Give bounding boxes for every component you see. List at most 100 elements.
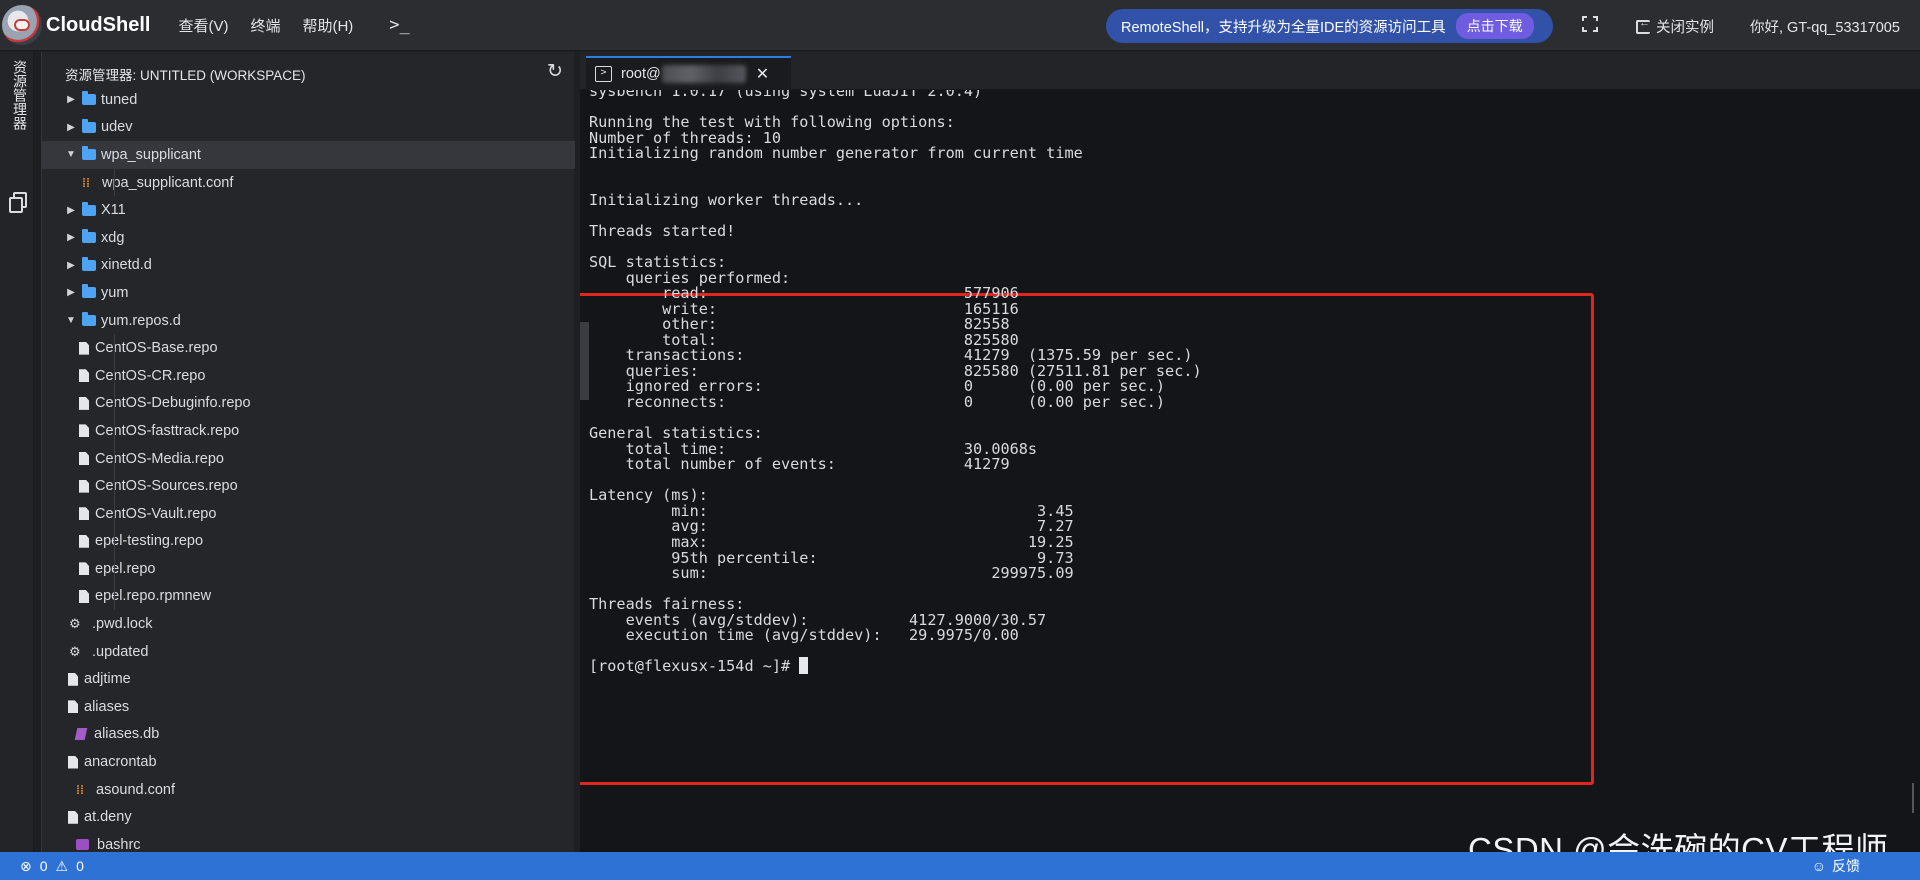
menu-view[interactable]: 查看(V) — [178, 15, 228, 36]
remoteshell-banner[interactable]: RemoteShell，支持升级为全量IDE的资源访问工具 点击下载 — [1106, 9, 1553, 43]
tree-item-label: xdg — [101, 229, 125, 246]
shell-file-icon — [76, 839, 89, 851]
files-icon[interactable] — [9, 192, 27, 213]
terminal-line: execution time (avg/stddev): 29.9975/0.0… — [589, 626, 1019, 645]
chevron-right-icon[interactable]: ▶ — [66, 122, 76, 133]
chevron-right-icon[interactable]: ▶ — [66, 205, 76, 216]
file-icon — [68, 810, 78, 824]
tree-item[interactable]: ▶ tuned — [42, 86, 575, 114]
tree-item-label: wpa_supplicant.conf — [102, 174, 234, 191]
tree-item[interactable]: ▼ yum.repos.d — [42, 307, 575, 335]
tree-item-label: udev — [101, 119, 133, 136]
terminal-line: total number of events: 41279 — [589, 455, 1010, 474]
cloudshell-logo-icon — [2, 5, 42, 45]
folder-icon — [82, 284, 96, 299]
database-file-icon — [74, 728, 88, 741]
tree-item[interactable]: ⁞⁞ asound.conf — [42, 776, 575, 804]
terminal-output[interactable]: sysbench 1.0.17 (using system LuaJIT 2.0… — [580, 90, 1920, 852]
tab-label: root@ — [621, 66, 661, 82]
file-icon — [79, 396, 89, 410]
refresh-icon[interactable]: ↻ — [547, 60, 563, 83]
tree-item[interactable]: CentOS-fasttrack.repo — [42, 417, 575, 445]
tree-item-label: yum — [101, 284, 129, 301]
gear-icon: ⚙ — [69, 616, 81, 632]
tree-item-label: aliases.db — [94, 726, 160, 743]
file-icon — [79, 507, 89, 521]
gear-icon: ⚙ — [69, 643, 81, 659]
close-icon[interactable]: ✕ — [756, 64, 769, 84]
tree-item[interactable]: adjtime — [42, 665, 575, 693]
file-icon — [79, 534, 89, 548]
tree-item[interactable]: ⚙ .pwd.lock — [42, 610, 575, 638]
tree-item[interactable]: aliases — [42, 693, 575, 721]
chevron-right-icon[interactable]: ▶ — [66, 94, 76, 105]
chevron-right-icon[interactable]: ▶ — [66, 232, 76, 243]
problems-indicator[interactable]: ⊗ 0 ⚠ 0 — [20, 858, 84, 875]
menu-help[interactable]: 帮助(H) — [302, 15, 353, 36]
folder-icon — [82, 312, 96, 327]
terminal-tab[interactable]: > root@ ✕ — [586, 56, 791, 90]
chevron-down-icon[interactable]: ▼ — [66, 315, 76, 326]
user-greeting[interactable]: 你好, GT-qq_53317005 — [1750, 16, 1900, 37]
indent-guide — [114, 334, 115, 611]
file-icon — [79, 341, 89, 355]
tree-item-label: epel-testing.repo — [95, 533, 204, 550]
tree-item-label: .updated — [92, 643, 149, 660]
tree-item[interactable]: CentOS-Debuginfo.repo — [42, 390, 575, 418]
tree-item[interactable]: CentOS-Sources.repo — [42, 472, 575, 500]
file-tree: ▶ tuned ▶ udev ▼ wpa_supplicant ⁞⁞ wpa_supplica… — [42, 86, 575, 859]
tree-item[interactable]: ⚙ .updated — [42, 638, 575, 666]
tree-item[interactable]: epel-testing.repo — [42, 528, 575, 556]
tree-item[interactable]: at.deny — [42, 803, 575, 831]
tree-item[interactable]: CentOS-Media.repo — [42, 445, 575, 473]
menu-terminal[interactable]: 终端 — [250, 15, 280, 36]
terminal-line: sysbench 1.0.17 (using system LuaJIT 2.0… — [589, 90, 983, 100]
download-button[interactable]: 点击下载 — [1455, 13, 1534, 39]
tree-item-label: at.deny — [84, 809, 132, 826]
close-instance-button[interactable]: 关闭实例 — [1636, 16, 1714, 37]
file-icon — [79, 424, 89, 438]
tree-item[interactable]: ▶ yum — [42, 279, 575, 307]
tree-item[interactable]: ▼ wpa_supplicant — [42, 141, 575, 169]
warning-icon: ⚠ — [55, 857, 69, 874]
chevron-right-icon[interactable]: ▶ — [66, 287, 76, 298]
tree-item[interactable]: epel.repo.rpmnew — [42, 583, 575, 611]
tree-item[interactable]: ▶ X11 — [42, 196, 575, 224]
feedback-button[interactable]: ☺ 反馈 — [1812, 856, 1860, 876]
indent-guide — [114, 168, 115, 197]
chevron-right-icon[interactable]: ▶ — [66, 260, 76, 271]
fullscreen-icon[interactable] — [1582, 16, 1598, 32]
terminal-prompt-icon[interactable]: >_ — [389, 15, 409, 35]
terminal-prompt: [root@flexusx-154d ~]# — [589, 657, 809, 675]
file-icon — [68, 700, 78, 714]
tree-item[interactable]: CentOS-Base.repo — [42, 334, 575, 362]
tree-item[interactable]: anacrontab — [42, 748, 575, 776]
tree-item[interactable]: ⁞⁞ wpa_supplicant.conf — [42, 169, 575, 197]
tree-item[interactable]: CentOS-Vault.repo — [42, 500, 575, 528]
file-icon — [79, 369, 89, 383]
tree-item-label: .pwd.lock — [92, 616, 153, 633]
explorer-panel: 资源管理器: UNTITLED (WORKSPACE) ↻ ▶ tuned ▶ ude… — [41, 52, 575, 853]
exit-icon — [1636, 17, 1650, 34]
feedback-icon: ☺ — [1811, 858, 1826, 874]
tree-item-label: anacrontab — [84, 754, 157, 771]
error-count: 0 — [39, 858, 48, 874]
file-icon — [68, 755, 78, 769]
tree-item[interactable]: CentOS-CR.repo — [42, 362, 575, 390]
tree-item[interactable]: ▶ xinetd.d — [42, 252, 575, 280]
chevron-down-icon[interactable]: ▼ — [66, 149, 76, 160]
error-icon: ⊗ — [20, 857, 32, 874]
tree-item[interactable]: ▶ udev — [42, 114, 575, 142]
tree-item-label: asound.conf — [96, 781, 176, 798]
tree-item-label: epel.repo — [95, 560, 156, 577]
terminal-line: Initializing random number generator fro… — [589, 144, 1083, 163]
explorer-activity-tab[interactable]: 资源管理器 — [8, 60, 28, 130]
redacted-hostname — [661, 65, 746, 83]
tree-item[interactable]: ▶ xdg — [42, 224, 575, 252]
tree-item[interactable]: aliases.db — [42, 721, 575, 749]
banner-text: RemoteShell，支持升级为全量IDE的资源访问工具 — [1121, 19, 1446, 36]
terminal-scrollbar[interactable] — [1912, 783, 1914, 813]
status-bar: ⊗ 0 ⚠ 0 ☺ 反馈 — [0, 852, 1920, 880]
tree-item[interactable]: epel.repo — [42, 555, 575, 583]
file-icon — [79, 452, 89, 466]
